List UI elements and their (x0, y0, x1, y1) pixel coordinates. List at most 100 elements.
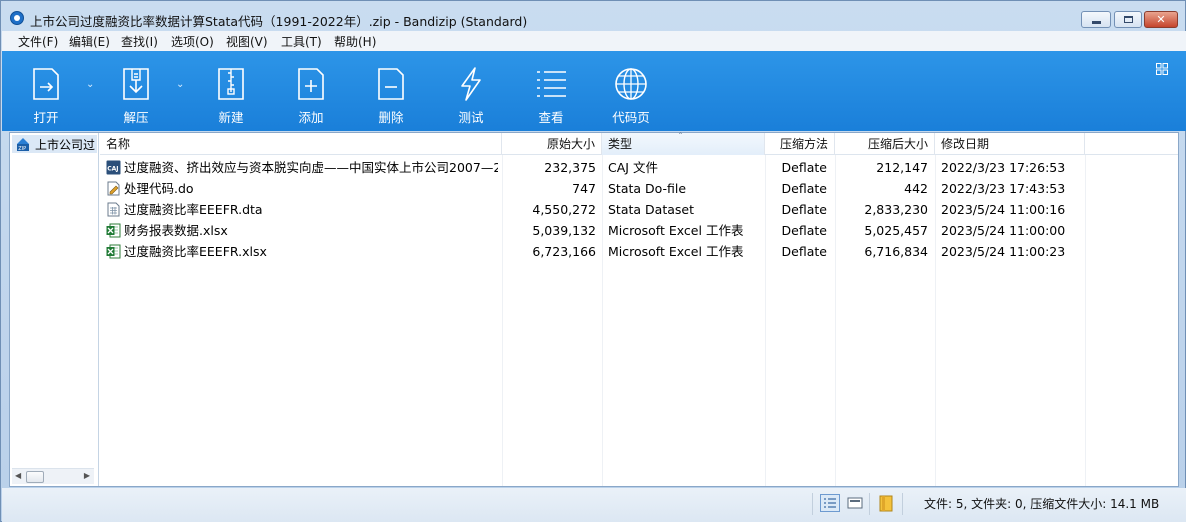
file-modified: 2023/5/24 11:00:23 (941, 244, 1066, 259)
layout-toggle-icon[interactable] (1156, 63, 1168, 75)
file-row[interactable]: 处理代码.do 747 Stata Do-file Deflate 442 20… (100, 178, 1178, 199)
file-list-header: 名称 原始大小 类型 ˆ 压缩方法 压缩后大小 修改日期 (100, 132, 1178, 155)
file-method: Deflate (781, 160, 827, 175)
tree-root-label: 上市公司过 (35, 138, 96, 152)
menu-view[interactable]: 视图(V) (224, 33, 270, 50)
file-row[interactable]: 财务报表数据.xlsx 5,039,132 Microsoft Excel 工作… (100, 220, 1178, 241)
zip-archive-icon: ZIP (17, 138, 29, 151)
file-name: 过度融资比率EEEFR.dta (124, 202, 263, 217)
file-size: 5,039,132 (532, 223, 596, 238)
tree-horizontal-scrollbar[interactable]: ◀ ▶ (12, 468, 94, 484)
column-modified[interactable]: 修改日期 (935, 133, 1085, 155)
close-icon: ✕ (1156, 13, 1166, 26)
delete-icon (378, 68, 404, 100)
file-method: Deflate (781, 223, 827, 238)
scroll-right-arrow-icon[interactable]: ▶ (84, 471, 90, 480)
extract-button[interactable]: 解压 (106, 51, 166, 131)
menu-help[interactable]: 帮助(H) (332, 33, 378, 50)
menu-bar: 文件(F) 编辑(E) 查找(I) 选项(O) 视图(V) 工具(T) 帮助(H… (2, 31, 1186, 51)
file-name: 处理代码.do (124, 181, 194, 196)
do-file-icon (107, 181, 120, 196)
file-name: 过度融资、挤出效应与资本脱实向虚——中国实体上市公司2007—2... (124, 160, 498, 175)
content-area: ZIP 上市公司过 ◀ ▶ 名称 原始大小 类型 ˆ 压缩方法 压缩后大小 修改… (9, 132, 1179, 487)
tree-item-root[interactable]: ZIP 上市公司过 (12, 135, 97, 153)
minimize-icon (1092, 21, 1101, 24)
extract-label: 解压 (123, 110, 149, 125)
caj-icon: CAJ (106, 160, 121, 175)
file-row[interactable]: 过度融资比率EEEFR.xlsx 6,723,166 Microsoft Exc… (100, 241, 1178, 262)
file-name: 过度融资比率EEEFR.xlsx (124, 244, 267, 259)
folder-tree: ZIP 上市公司过 ◀ ▶ (10, 133, 99, 486)
extract-dropdown-icon[interactable]: ⌄ (176, 79, 184, 90)
file-row[interactable]: 过度融资比率EEEFR.dta 4,550,272 Stata Dataset … (100, 199, 1178, 220)
preview-pane-icon[interactable] (845, 494, 865, 512)
codepage-label: 代码页 (612, 110, 650, 125)
file-modified: 2022/3/23 17:26:53 (941, 160, 1066, 175)
file-modified: 2022/3/23 17:43:53 (941, 181, 1066, 196)
file-list: 名称 原始大小 类型 ˆ 压缩方法 压缩后大小 修改日期 CAJ 过度融资、挤出… (100, 132, 1178, 486)
file-size: 232,375 (544, 160, 596, 175)
dta-file-icon (107, 202, 120, 217)
file-size: 4,550,272 (532, 202, 596, 217)
view-label: 查看 (538, 110, 564, 125)
file-packed-size: 5,025,457 (864, 223, 928, 238)
status-divider (869, 493, 870, 515)
scroll-left-arrow-icon[interactable]: ◀ (15, 471, 21, 480)
test-button[interactable]: 测试 (441, 51, 501, 131)
status-divider (812, 493, 813, 515)
delete-button[interactable]: 删除 (361, 51, 421, 131)
column-packed[interactable]: 压缩后大小 (835, 133, 935, 155)
minimize-button[interactable] (1081, 11, 1111, 28)
maximize-icon (1124, 16, 1133, 23)
file-packed-size: 212,147 (876, 160, 928, 175)
open-dropdown-icon[interactable]: ⌄ (86, 79, 94, 90)
maximize-button[interactable] (1114, 11, 1142, 28)
globe-icon (615, 68, 647, 100)
file-method: Deflate (781, 244, 827, 259)
close-button[interactable]: ✕ (1144, 11, 1178, 28)
file-packed-size: 442 (904, 181, 928, 196)
menu-find[interactable]: 查找(I) (119, 33, 160, 50)
column-type[interactable]: 类型 ˆ (602, 132, 765, 155)
list-view-icon (537, 71, 566, 97)
add-icon (298, 68, 324, 100)
svg-text:CAJ: CAJ (107, 166, 118, 173)
file-packed-size: 6,716,834 (864, 244, 928, 259)
file-size: 747 (572, 181, 596, 196)
file-type: CAJ 文件 (608, 160, 658, 175)
add-button[interactable]: 添加 (281, 51, 341, 131)
open-button[interactable]: 打开 (16, 51, 76, 131)
bandizip-app-icon (10, 11, 24, 25)
codepage-button[interactable]: 代码页 (601, 51, 661, 131)
svg-text:ZIP: ZIP (18, 146, 26, 151)
extract-icon (123, 68, 149, 100)
scroll-thumb[interactable] (26, 471, 44, 483)
status-summary: 文件: 5, 文件夹: 0, 压缩文件大小: 14.1 MB (924, 497, 1160, 511)
column-method[interactable]: 压缩方法 (765, 133, 835, 155)
column-name[interactable]: 名称 (100, 133, 502, 155)
file-type: Stata Do-file (608, 181, 687, 196)
menu-tools[interactable]: 工具(T) (279, 33, 324, 50)
window-title: 上市公司过度融资比率数据计算Stata代码（1991-2022年）.zip - … (30, 14, 528, 29)
title-bar[interactable]: 上市公司过度融资比率数据计算Stata代码（1991-2022年）.zip - … (1, 1, 1185, 31)
file-method: Deflate (781, 202, 827, 217)
file-method: Deflate (781, 181, 827, 196)
file-packed-size: 2,833,230 (864, 202, 928, 217)
menu-edit[interactable]: 编辑(E) (67, 33, 112, 50)
menu-file[interactable]: 文件(F) (16, 33, 60, 50)
excel-icon (106, 223, 121, 238)
column-type-label: 类型 (608, 137, 633, 151)
file-type: Microsoft Excel 工作表 (608, 223, 744, 238)
details-view-icon[interactable] (820, 494, 840, 512)
open-icon (33, 68, 59, 100)
new-button[interactable]: 新建 (201, 51, 261, 131)
folder-pane-icon[interactable] (876, 494, 896, 512)
file-row[interactable]: CAJ 过度融资、挤出效应与资本脱实向虚——中国实体上市公司2007—2... … (100, 157, 1178, 178)
add-label: 添加 (298, 110, 324, 125)
menu-options[interactable]: 选项(O) (169, 33, 216, 50)
view-button[interactable]: 查看 (521, 51, 581, 131)
lightning-icon (461, 67, 481, 101)
column-size[interactable]: 原始大小 (502, 133, 602, 155)
bandizip-window: 上市公司过度融资比率数据计算Stata代码（1991-2022年）.zip - … (0, 0, 1186, 522)
status-divider (902, 493, 903, 515)
